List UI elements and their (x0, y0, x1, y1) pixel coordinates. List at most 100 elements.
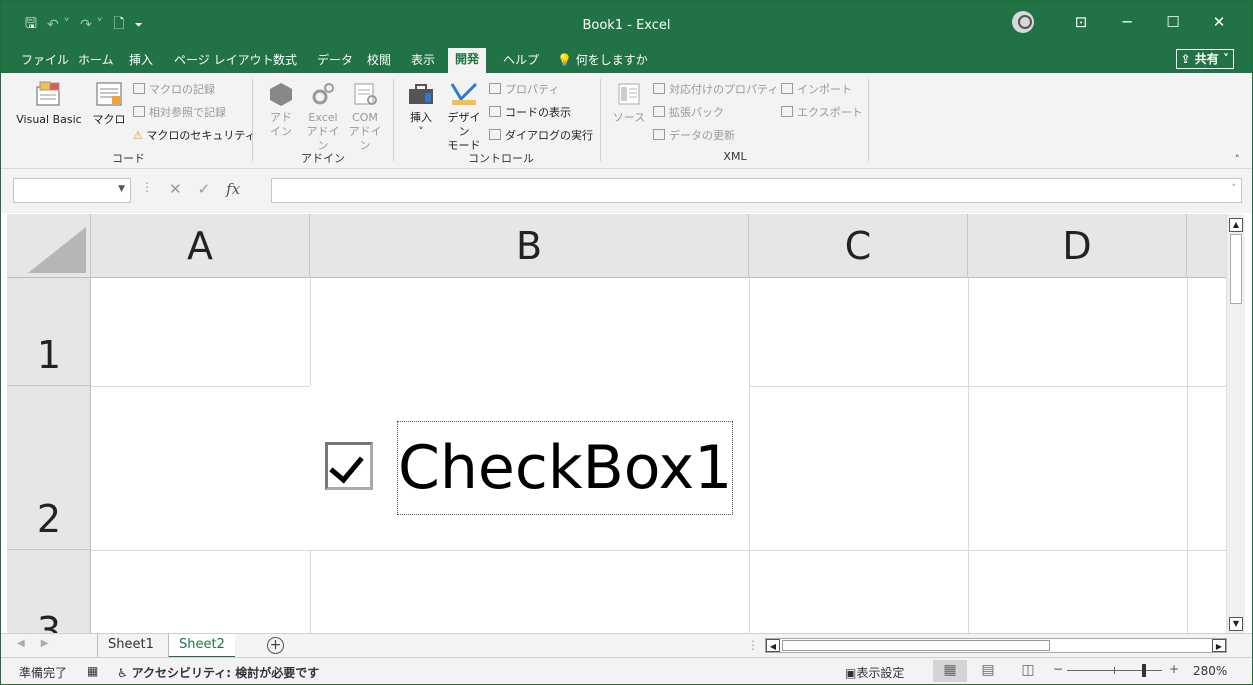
view-code-label: コードの表示 (505, 106, 571, 119)
add-sheet-icon[interactable]: + (267, 637, 284, 654)
window-controls: ⊡ ─ ☐ ✕ (1012, 11, 1242, 33)
excel-addins-label-1: Excel (308, 111, 338, 124)
scroll-left-icon[interactable]: ◀ (766, 639, 780, 652)
controls-group-label: コントロール (468, 152, 534, 165)
zoom-knob[interactable] (1142, 664, 1146, 677)
scroll-up-icon[interactable]: ▲ (1229, 218, 1243, 232)
horizontal-scrollbar[interactable]: ◀ ▶ (765, 638, 1227, 653)
tell-me-search[interactable]: 💡 何をしますか (553, 50, 652, 73)
relative-reference-button[interactable]: 相対参照で記録 (133, 104, 226, 120)
vertical-scrollbar[interactable]: ▲ ▼ (1226, 214, 1245, 633)
tab-help[interactable]: ヘルプ (499, 50, 543, 73)
addins-label-1: アド (270, 111, 292, 124)
select-all-button[interactable] (7, 214, 91, 278)
record-macro-button[interactable]: マクロの記録 (133, 81, 215, 97)
row-header-3[interactable]: 3 (7, 550, 91, 633)
expansion-packs-button[interactable]: 拡張パック (653, 104, 724, 120)
column-header-b[interactable]: B (310, 214, 749, 278)
insert-control-button[interactable]: 挿入 ˅ (403, 81, 439, 139)
worksheet-grid[interactable]: A B C D 1 2 3 CheckBox1 (7, 214, 1226, 633)
visual-basic-button[interactable]: Visual Basic (11, 79, 87, 127)
enter-icon[interactable]: ✓ (198, 180, 211, 198)
properties-icon (489, 83, 501, 94)
ready-status: 準備完了 (19, 666, 68, 680)
tab-page-layout[interactable]: ページ レイアウト (170, 50, 278, 73)
refresh-data-button[interactable]: データの更新 (653, 127, 735, 143)
scroll-right-icon[interactable]: ▶ (1212, 639, 1226, 652)
checkbox-control[interactable] (325, 442, 373, 490)
properties-button[interactable]: プロパティ (489, 81, 559, 97)
tab-formulas[interactable]: 数式 (269, 50, 301, 73)
insert-function-icon[interactable]: fx (226, 180, 240, 198)
column-header-a[interactable]: A (91, 214, 310, 278)
status-bar: 準備完了 ▦ ♿ アクセシビリティ: 検討が必要です ▣表示設定 ▦ ▤ ◫ −… (1, 657, 1252, 684)
column-header-c[interactable]: C (749, 214, 968, 278)
xml-source-button[interactable]: ソース (611, 81, 647, 125)
normal-view-icon[interactable]: ▦ (933, 660, 967, 682)
map-properties-button[interactable]: 対応付けのプロパティ (653, 81, 778, 97)
tab-review[interactable]: 校閲 (363, 50, 395, 73)
collapse-ribbon-icon[interactable]: ˄ (1235, 153, 1241, 166)
tab-view[interactable]: 表示 (407, 50, 439, 73)
com-addins-icon (354, 83, 377, 105)
column-header-e[interactable] (1187, 214, 1226, 278)
view-code-button[interactable]: コードの表示 (489, 104, 571, 120)
tab-insert[interactable]: 挿入 (125, 50, 157, 73)
more-icon: ⋮ (141, 180, 153, 194)
ribbon-display-options-icon[interactable]: ⊡ (1058, 13, 1104, 31)
row-header-1[interactable]: 1 (7, 278, 91, 386)
cancel-icon[interactable]: ✕ (169, 180, 182, 198)
row-2-label: 2 (36, 497, 62, 541)
ribbon-tabs: ファイル ホーム 挿入 ページ レイアウト 数式 データ 校閲 表示 開発 ヘル… (1, 46, 1252, 73)
sheet-nav-arrows[interactable]: ◀▶ (17, 638, 64, 649)
tab-developer[interactable]: 開発 (448, 48, 487, 73)
display-settings-button[interactable]: ▣表示設定 (845, 664, 904, 681)
page-break-preview-icon[interactable]: ◫ (1011, 660, 1045, 682)
share-button[interactable]: ⇪ 共有 ˅ (1175, 49, 1234, 69)
accessibility-status[interactable]: ♿ アクセシビリティ: 検討が必要です (117, 664, 319, 681)
next-sheet-icon[interactable]: ▶ (41, 638, 65, 649)
record-macro-icon (133, 83, 145, 94)
accessibility-label: アクセシビリティ: 検討が必要です (131, 666, 320, 680)
chevron-down-icon: ▼ (118, 184, 125, 194)
import-button[interactable]: インポート (781, 81, 852, 97)
com-addins-label-2: アドイン (348, 125, 382, 152)
account-avatar-icon[interactable] (1012, 11, 1034, 33)
macro-security-button[interactable]: ⚠ マクロのセキュリティ (133, 127, 256, 143)
maximize-button[interactable]: ☐ (1150, 13, 1196, 31)
prev-sheet-icon[interactable]: ◀ (17, 638, 41, 649)
page-layout-view-icon[interactable]: ▤ (971, 660, 1005, 682)
macro-button[interactable]: マクロ (91, 79, 127, 127)
excel-addins-button[interactable]: Excel アドイン (303, 81, 343, 153)
tab-file[interactable]: ファイル (17, 50, 73, 73)
splitter-handle[interactable]: ⋮ (747, 638, 759, 652)
tab-data[interactable]: データ (313, 50, 357, 73)
expand-formula-bar-icon[interactable]: ˅ (1232, 184, 1237, 194)
tab-home[interactable]: ホーム (74, 50, 118, 73)
zoom-in-icon[interactable]: + (1169, 662, 1179, 676)
zoom-out-icon[interactable]: − (1053, 662, 1063, 676)
row-header-2[interactable]: 2 (7, 386, 91, 550)
addins-button[interactable]: アド イン (263, 81, 299, 139)
vertical-scroll-thumb[interactable] (1230, 234, 1242, 304)
checkbox-label[interactable]: CheckBox1 (397, 421, 733, 515)
formula-input[interactable]: ˅ (271, 178, 1242, 203)
xml-source-icon (618, 83, 640, 105)
column-header-d[interactable]: D (968, 214, 1187, 278)
run-dialog-button[interactable]: ダイアログの実行 (489, 127, 593, 143)
macro-record-icon[interactable]: ▦ (87, 664, 98, 678)
design-mode-button[interactable]: デザイン モード (443, 81, 485, 153)
export-label: エクスポート (797, 106, 863, 119)
minimize-button[interactable]: ─ (1104, 13, 1150, 31)
sheet-tab-sheet2[interactable]: Sheet2 (168, 634, 235, 658)
export-button[interactable]: エクスポート (781, 104, 863, 120)
name-box[interactable]: ▼ (13, 178, 131, 203)
sheet-tab-sheet1[interactable]: Sheet1 (97, 634, 164, 658)
xml-group-label: XML (723, 150, 747, 163)
horizontal-scroll-thumb[interactable] (782, 640, 1050, 651)
zoom-level[interactable]: 280% (1193, 664, 1227, 678)
com-addins-button[interactable]: COM アドイン (345, 81, 385, 153)
formula-bar: ▼ ⋮ ✕ ✓ fx ˅ (1, 169, 1252, 213)
scroll-down-icon[interactable]: ▼ (1229, 617, 1243, 631)
close-button[interactable]: ✕ (1196, 13, 1242, 31)
